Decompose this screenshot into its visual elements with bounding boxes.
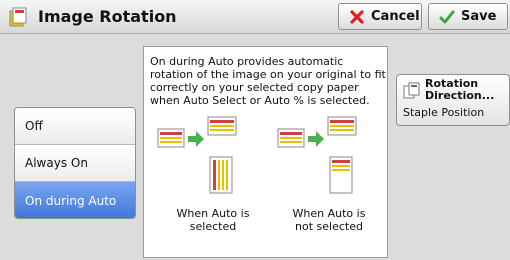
original-landscape-page-2 — [277, 128, 305, 148]
option-always-on[interactable]: Always On — [15, 145, 135, 182]
rotation-direction-button[interactable]: Rotation Direction... Staple Position — [396, 74, 510, 126]
image-rotation-icon — [9, 7, 27, 27]
copy-paper-landscape-2 — [327, 116, 357, 136]
title-bar: Image Rotation Cancel Save — [0, 0, 510, 34]
option-on-during-auto[interactable]: On during Auto — [15, 182, 135, 218]
cancel-label: Cancel — [371, 9, 420, 24]
rotation-direction-icon — [403, 82, 420, 99]
staple-position-value: Staple Position — [403, 106, 485, 119]
copy-paper-landscape-1 — [207, 116, 237, 136]
checkmark-icon — [439, 10, 455, 23]
info-description: On during Auto provides automatic rotati… — [150, 55, 386, 107]
cancel-button[interactable]: Cancel — [338, 3, 422, 30]
rotation-options: Off Always On On during Auto — [14, 107, 136, 219]
cancel-x-icon — [350, 9, 364, 24]
option-off-label: Off — [25, 119, 43, 133]
option-always-on-label: Always On — [25, 156, 88, 170]
content-panel: Off Always On On during Auto On during A… — [0, 34, 510, 260]
caption-auto-selected: When Auto is selected — [176, 207, 250, 233]
save-label: Save — [461, 9, 497, 24]
auto-selected-diagram — [157, 116, 357, 194]
original-landscape-page-1 — [157, 128, 185, 148]
rotation-direction-label-line2: Direction... — [425, 89, 495, 102]
option-off[interactable]: Off — [15, 108, 135, 145]
unrotated-portrait-page — [329, 156, 353, 194]
option-on-during-auto-label: On during Auto — [25, 193, 117, 208]
caption-auto-not-selected: When Auto is not selected — [292, 207, 366, 233]
rotated-portrait-page — [209, 156, 233, 194]
info-box: On during Auto provides automatic rotati… — [143, 46, 388, 258]
page-title: Image Rotation — [38, 7, 177, 26]
save-button[interactable]: Save — [428, 3, 508, 30]
green-arrow-icon-2 — [308, 131, 324, 147]
green-arrow-icon — [188, 131, 204, 147]
